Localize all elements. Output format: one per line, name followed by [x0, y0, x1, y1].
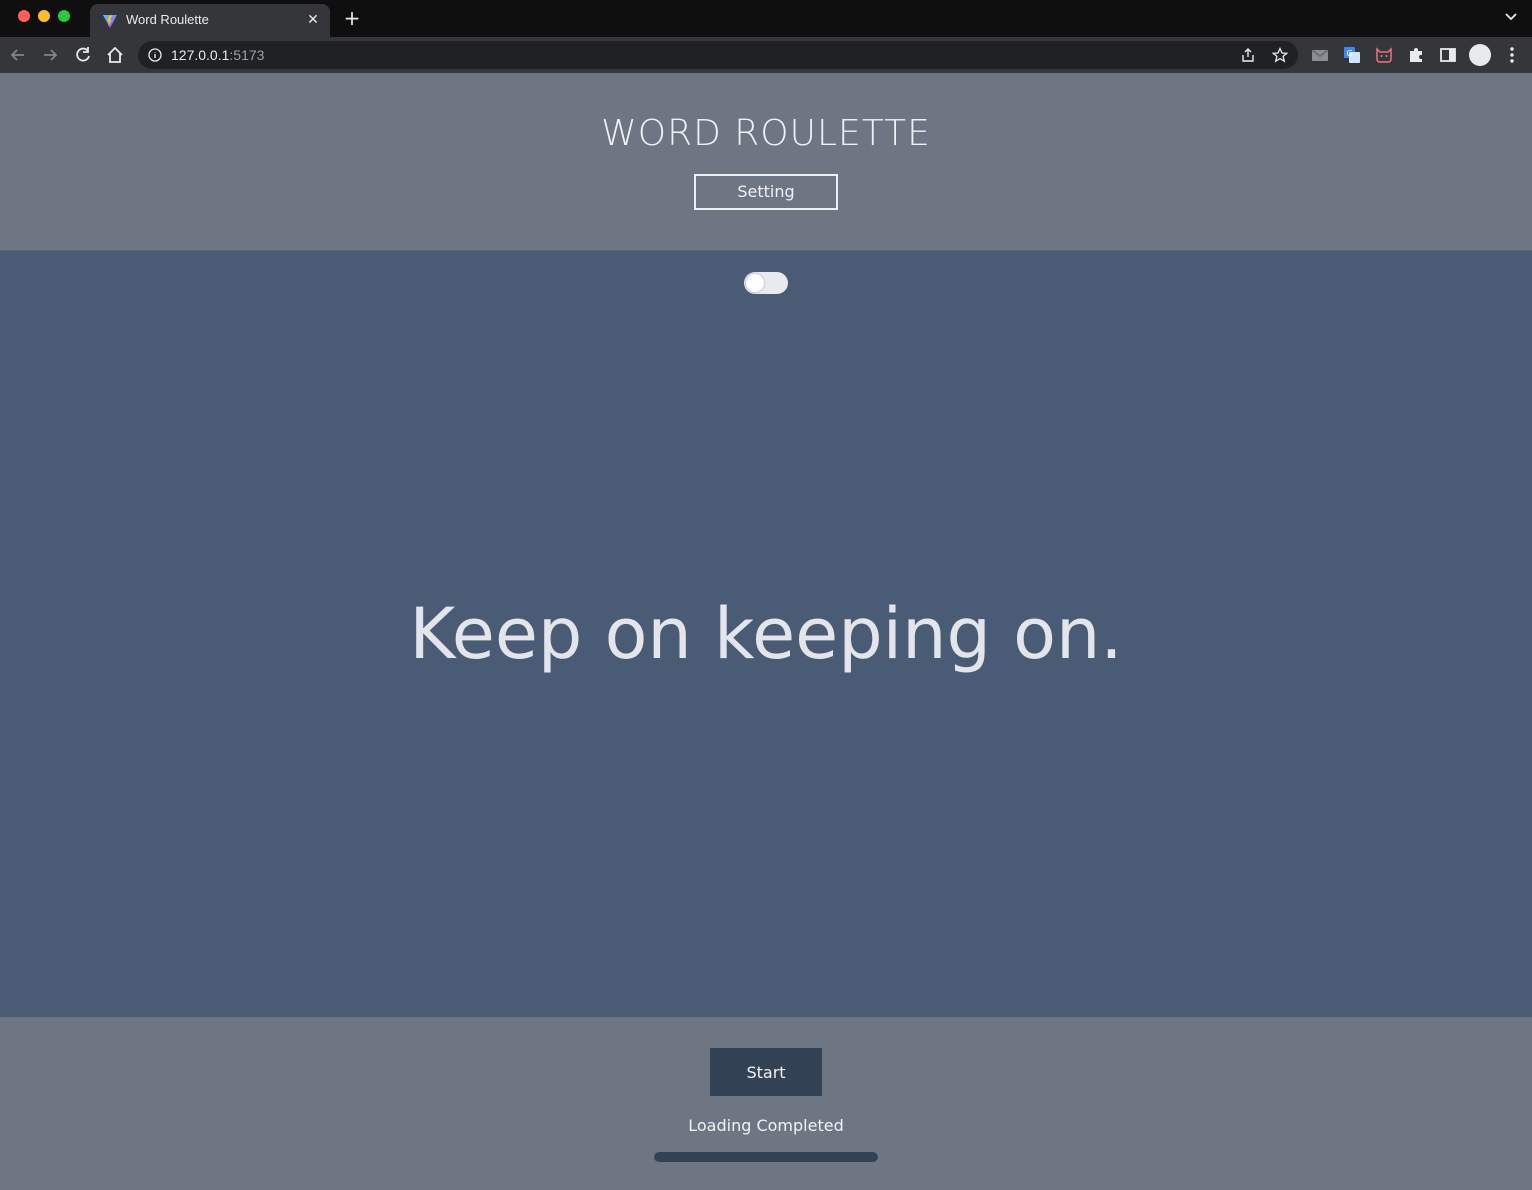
- tab-title: Word Roulette: [126, 12, 209, 27]
- loading-progress-fill: [654, 1152, 878, 1162]
- share-icon[interactable]: [1240, 47, 1256, 63]
- close-window-button[interactable]: [18, 10, 30, 22]
- forward-icon[interactable]: [40, 45, 60, 65]
- browser-tabbar: Word Roulette ✕ +: [0, 0, 1532, 37]
- url-host: 127.0.0.1: [171, 47, 230, 63]
- toggle-knob: [746, 274, 764, 292]
- profile-avatar[interactable]: [1469, 44, 1491, 66]
- loading-status: Loading Completed: [688, 1116, 844, 1135]
- puzzle-icon[interactable]: [1406, 45, 1426, 65]
- chevron-down-icon[interactable]: [1504, 10, 1518, 24]
- url-text: 127.0.0.1:5173: [171, 47, 264, 63]
- setting-button[interactable]: Setting: [694, 174, 838, 210]
- sidebar-icon[interactable]: [1438, 45, 1458, 65]
- home-icon[interactable]: [105, 45, 125, 65]
- start-button[interactable]: Start: [710, 1048, 822, 1096]
- close-icon[interactable]: ✕: [304, 11, 322, 29]
- svg-text:G: G: [1347, 49, 1353, 58]
- app-header: WORD ROULETTE Setting: [0, 73, 1532, 250]
- app-title: WORD ROULETTE: [601, 113, 931, 154]
- main-display: Keep on keeping on.: [0, 250, 1532, 1017]
- maximize-window-button[interactable]: [58, 10, 70, 22]
- mail-icon[interactable]: [1310, 45, 1330, 65]
- mode-toggle-switch[interactable]: [744, 272, 788, 294]
- translate-icon[interactable]: G: [1342, 45, 1362, 65]
- minimize-window-button[interactable]: [38, 10, 50, 22]
- kebab-menu-icon[interactable]: [1502, 45, 1522, 65]
- star-icon[interactable]: [1272, 47, 1288, 63]
- cat-icon[interactable]: [1374, 45, 1394, 65]
- new-tab-button[interactable]: +: [342, 8, 362, 28]
- address-bar[interactable]: 127.0.0.1:5173: [138, 41, 1298, 69]
- info-icon[interactable]: [148, 48, 162, 62]
- roulette-phrase: Keep on keeping on.: [409, 593, 1123, 675]
- back-icon[interactable]: [8, 45, 28, 65]
- browser-toolbar: 127.0.0.1:5173 G: [0, 37, 1532, 73]
- reload-icon[interactable]: [73, 45, 93, 65]
- browser-tab[interactable]: Word Roulette ✕: [90, 4, 330, 37]
- loading-progress-bar: [654, 1152, 878, 1162]
- app-footer: Start Loading Completed: [0, 1017, 1532, 1190]
- url-port: :5173: [229, 47, 265, 63]
- vite-logo-icon: [103, 15, 117, 28]
